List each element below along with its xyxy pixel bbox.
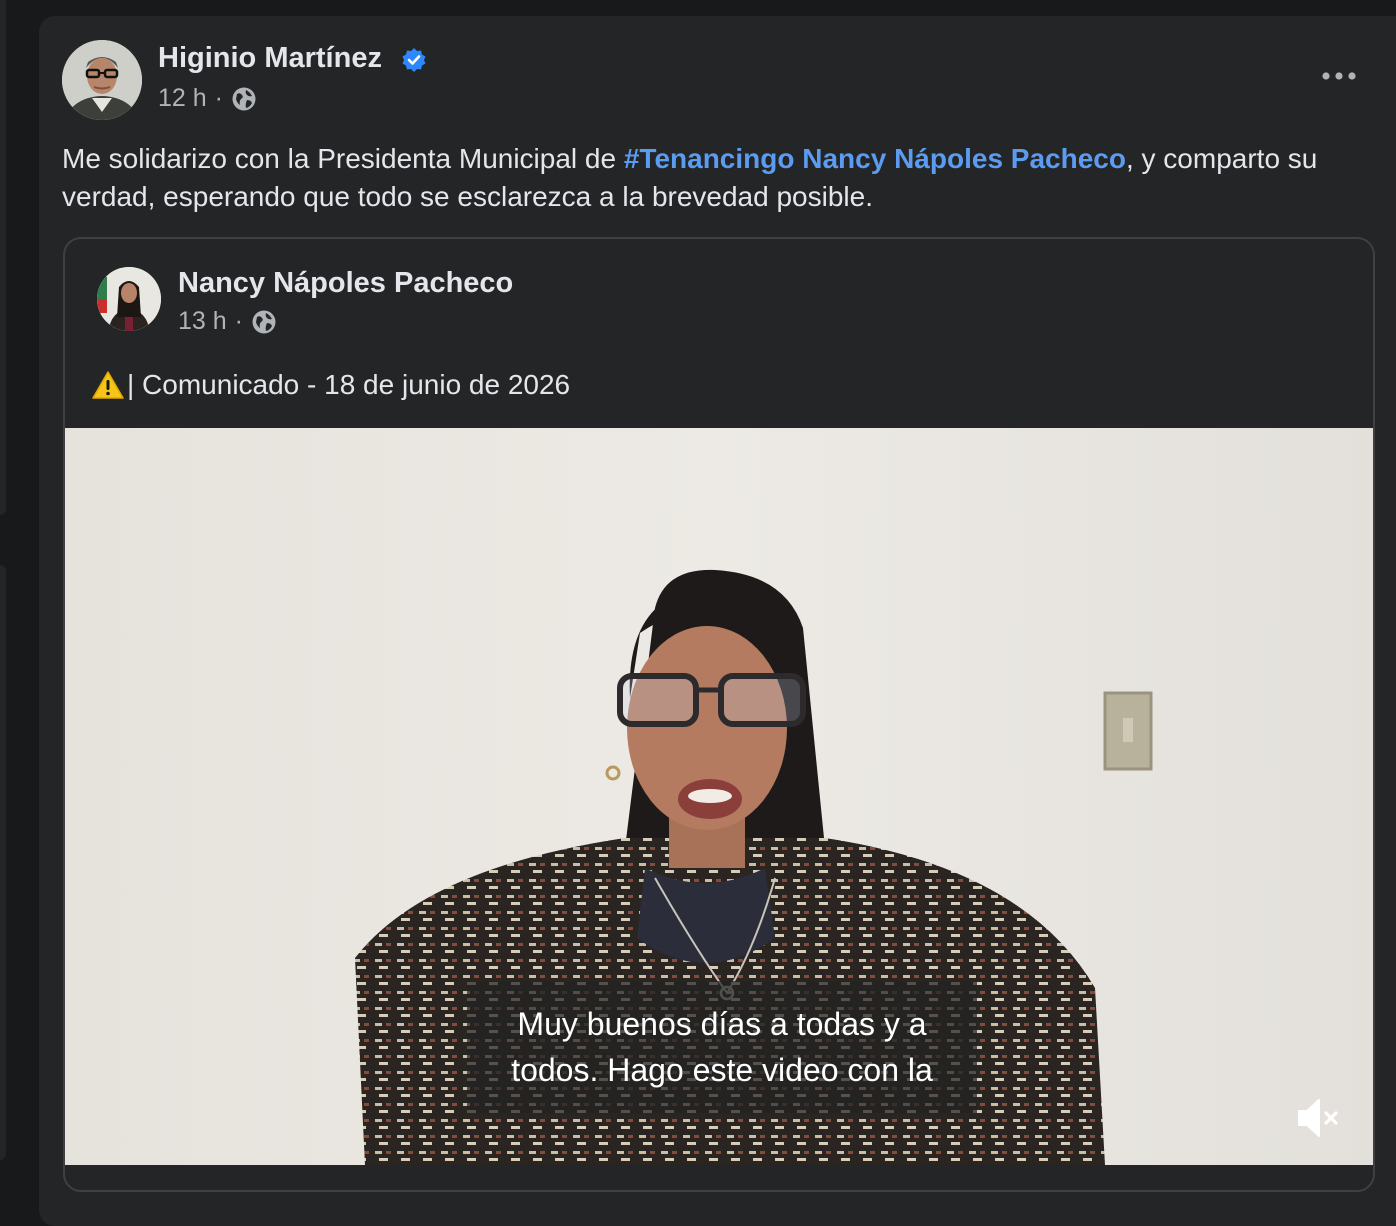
left-panel-edge: [0, 0, 6, 515]
hashtag-link[interactable]: #Tenancingo: [624, 143, 795, 174]
shared-meta-separator: ·: [234, 307, 243, 335]
post-timestamp[interactable]: 12 h: [158, 84, 207, 113]
post-text-start: Me solidarizo con la Presidenta Municipa…: [62, 143, 624, 174]
post-meta: 12 h ·: [158, 84, 257, 113]
shared-post[interactable]: Nancy Nápoles Pacheco 13 h · | Comunicad…: [63, 237, 1375, 1192]
video-caption: Muy buenos días a todas y a todos. Hago …: [467, 1001, 977, 1093]
more-options-button[interactable]: [1317, 58, 1361, 94]
shared-timestamp[interactable]: 13 h: [178, 307, 227, 336]
mention-link[interactable]: Nancy Nápoles Pacheco: [802, 143, 1126, 174]
globe-icon: [252, 310, 276, 333]
verified-badge-icon: [402, 48, 426, 72]
video-player[interactable]: Muy buenos días a todas y a todos. Hago …: [65, 428, 1373, 1165]
muted-volume-icon[interactable]: [1295, 1096, 1343, 1140]
shared-post-meta: 13 h ·: [178, 307, 277, 336]
author-name[interactable]: Higinio Martínez: [158, 42, 382, 75]
left-panel-edge-lower: [0, 565, 6, 1160]
shared-author-name[interactable]: Nancy Nápoles Pacheco: [178, 267, 513, 300]
author-avatar[interactable]: [62, 40, 142, 120]
post-body: Me solidarizo con la Presidenta Municipa…: [62, 140, 1362, 216]
caption-line-2: todos. Hago este video con la: [511, 1052, 933, 1088]
warning-icon: [92, 371, 124, 399]
shared-post-text: | Comunicado - 18 de junio de 2026: [127, 369, 571, 400]
feed-post: Higinio Martínez 12 h · Me solidarizo co…: [39, 16, 1396, 1226]
shared-author-avatar[interactable]: [97, 267, 161, 331]
shared-post-body: | Comunicado - 18 de junio de 2026: [91, 369, 570, 401]
globe-icon: [232, 87, 256, 110]
more-horizontal-icon: [1322, 72, 1356, 80]
caption-line-1: Muy buenos días a todas y a: [517, 1006, 927, 1042]
meta-separator: ·: [214, 84, 223, 112]
